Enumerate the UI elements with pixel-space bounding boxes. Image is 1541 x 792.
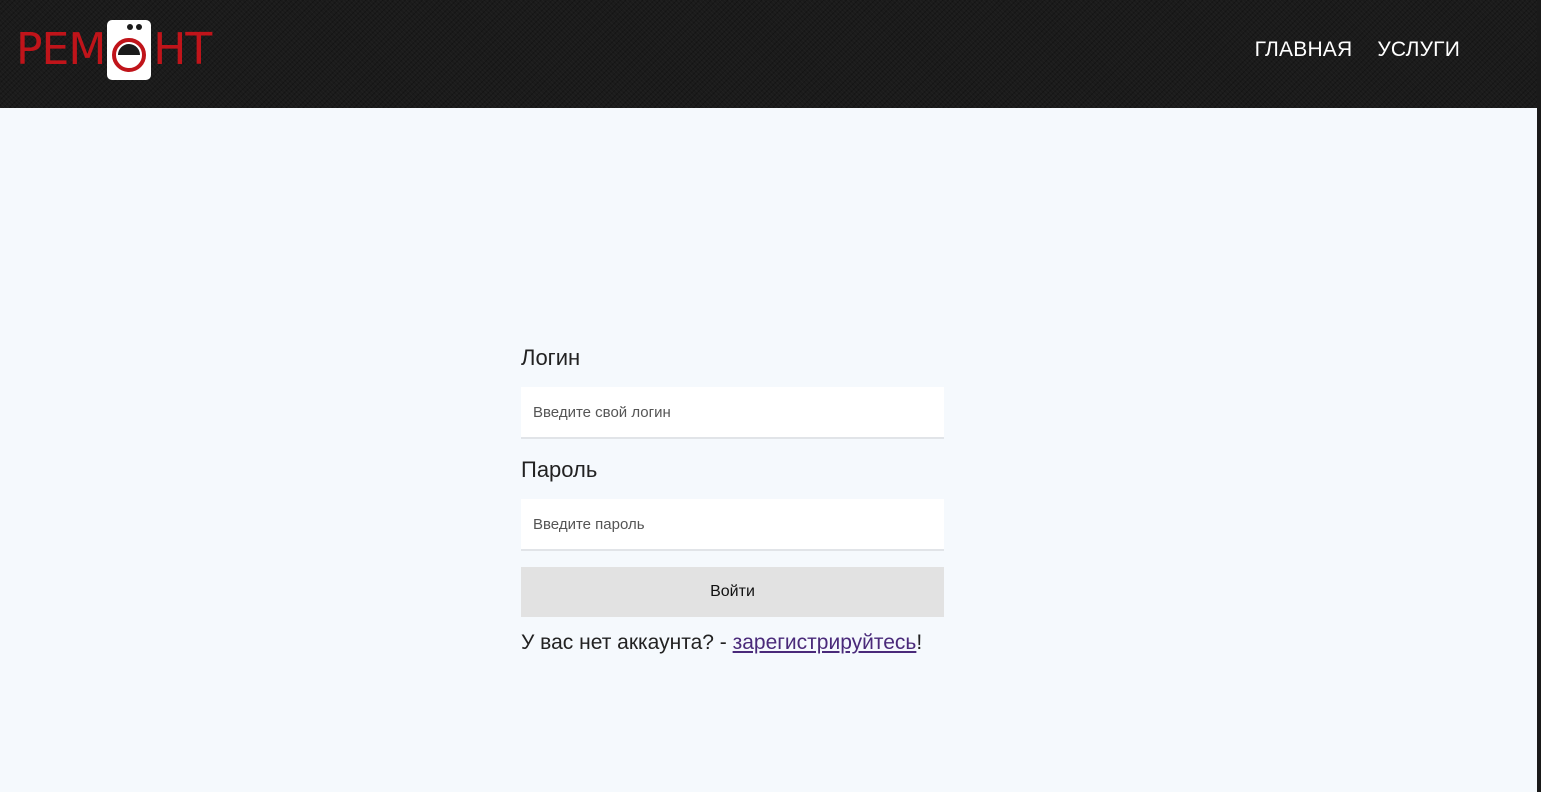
logo-text-left: РЕМ xyxy=(16,24,106,75)
login-input[interactable] xyxy=(521,387,944,439)
site-header: РЕМ НТ ГЛАВНАЯ УСЛУГИ xyxy=(0,0,1537,108)
window-edge xyxy=(1537,0,1541,792)
nav-link-home[interactable]: ГЛАВНАЯ xyxy=(1255,38,1353,62)
logo-text-right: НТ xyxy=(153,24,212,75)
washing-machine-icon xyxy=(107,20,152,80)
register-prompt-text: У вас нет аккаунта? - xyxy=(521,631,733,654)
site-logo[interactable]: РЕМ НТ xyxy=(16,18,212,82)
login-form: Логин Пароль Войти У вас нет аккаунта? -… xyxy=(521,343,944,655)
main-nav: ГЛАВНАЯ УСЛУГИ xyxy=(1255,38,1460,62)
washer-knob xyxy=(136,24,143,30)
register-prompt-line: У вас нет аккаунта? - зарегистрируйтесь! xyxy=(521,631,944,655)
register-link[interactable]: зарегистрируйтесь xyxy=(733,631,917,654)
washer-knob xyxy=(127,24,134,30)
page: РЕМ НТ ГЛАВНАЯ УСЛУГИ Логин Пароль Войти… xyxy=(0,0,1537,792)
password-input[interactable] xyxy=(521,499,944,551)
nav-link-services[interactable]: УСЛУГИ xyxy=(1377,38,1460,62)
register-suffix: ! xyxy=(916,631,923,654)
login-button[interactable]: Войти xyxy=(521,567,944,617)
login-label: Логин xyxy=(521,345,581,370)
password-label: Пароль xyxy=(521,457,598,482)
